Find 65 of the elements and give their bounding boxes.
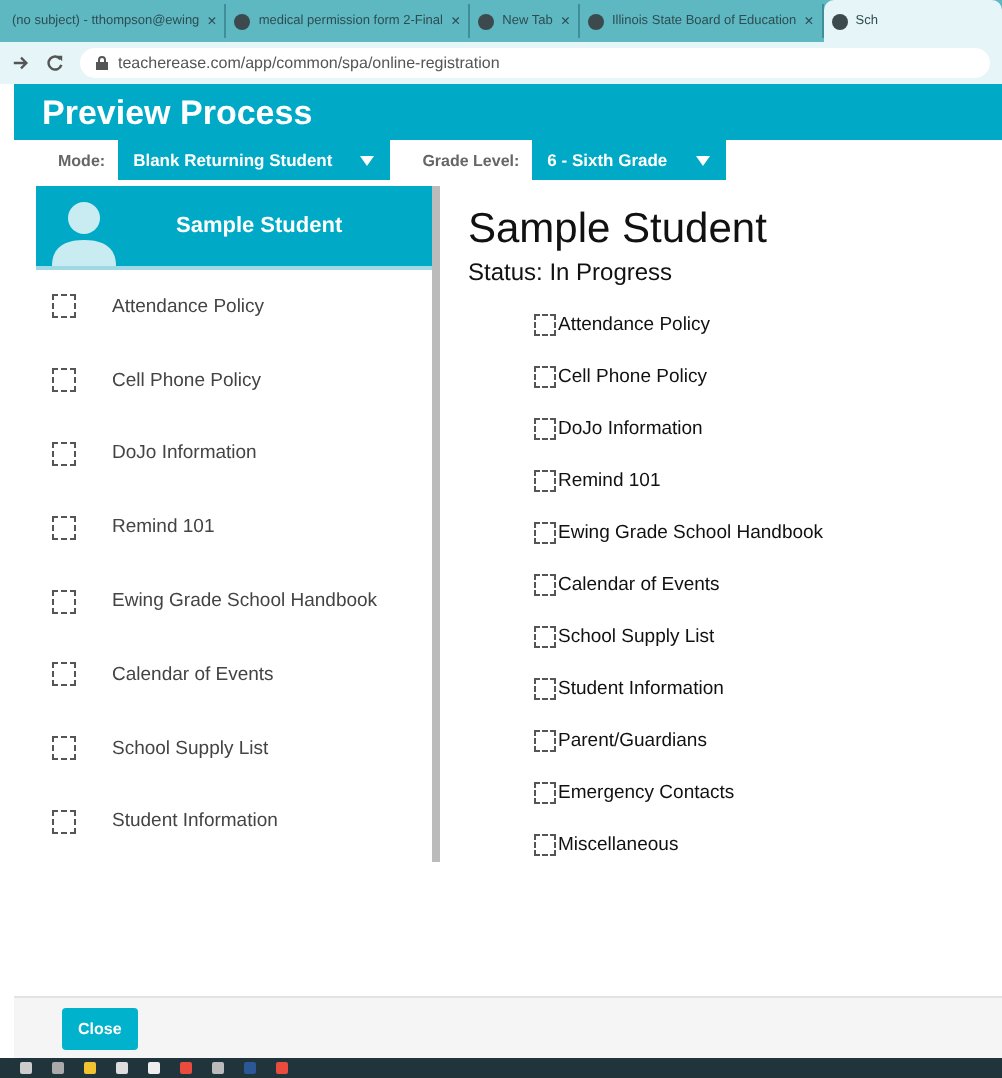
step-label: Cell Phone Policy bbox=[558, 365, 707, 387]
taskbar-icon[interactable] bbox=[212, 1062, 224, 1074]
step-link[interactable]: Cell Phone Policy bbox=[112, 369, 261, 392]
checkbox[interactable] bbox=[52, 368, 76, 393]
close-icon[interactable]: × bbox=[207, 12, 217, 30]
checkbox[interactable] bbox=[52, 736, 76, 761]
close-button[interactable]: Close bbox=[62, 1007, 138, 1049]
taskbar-icon[interactable] bbox=[20, 1062, 32, 1074]
checkbox[interactable] bbox=[52, 441, 76, 466]
close-icon[interactable]: × bbox=[450, 12, 461, 30]
checkbox[interactable] bbox=[534, 365, 556, 387]
step-label: Calendar of Events bbox=[558, 573, 720, 595]
step-link[interactable]: Student Information bbox=[112, 810, 278, 833]
checkbox[interactable] bbox=[534, 573, 556, 595]
taskbar-icon[interactable] bbox=[116, 1062, 128, 1074]
checkbox[interactable] bbox=[52, 515, 76, 540]
step-link[interactable]: School Supply List bbox=[112, 737, 269, 760]
reload-icon[interactable] bbox=[46, 54, 64, 72]
caret-icon bbox=[695, 155, 710, 165]
status-text: Status: In Progress bbox=[468, 258, 675, 286]
step-label: School Supply List bbox=[558, 625, 715, 647]
step-link[interactable]: Remind 101 bbox=[112, 516, 215, 539]
forward-icon[interactable] bbox=[12, 54, 30, 72]
checkbox[interactable] bbox=[52, 809, 76, 834]
checkbox[interactable] bbox=[534, 677, 556, 699]
close-icon[interactable]: × bbox=[560, 12, 570, 30]
step-label: Emergency Contacts bbox=[558, 781, 735, 803]
checkbox[interactable] bbox=[52, 662, 76, 687]
lock-icon bbox=[96, 56, 108, 70]
close-icon[interactable]: × bbox=[804, 12, 814, 30]
checkbox[interactable] bbox=[534, 469, 556, 491]
step-label: Ewing Grade School Handbook bbox=[558, 521, 824, 543]
filter-label: Mode: bbox=[58, 151, 106, 169]
taskbar-icon[interactable] bbox=[276, 1062, 288, 1074]
step-link[interactable]: Calendar of Events bbox=[112, 663, 274, 686]
filter-label: Grade Level: bbox=[422, 151, 520, 169]
checkbox[interactable] bbox=[534, 781, 556, 803]
checkbox[interactable] bbox=[534, 521, 556, 543]
taskbar-icon[interactable] bbox=[180, 1062, 192, 1074]
checkbox[interactable] bbox=[534, 729, 556, 751]
step-label: DoJo Information bbox=[558, 417, 703, 439]
taskbar-icon[interactable] bbox=[148, 1062, 160, 1074]
checkbox[interactable] bbox=[534, 417, 556, 439]
taskbar-icon[interactable] bbox=[52, 1062, 64, 1074]
step-link[interactable]: Attendance Policy bbox=[112, 295, 265, 318]
checkbox[interactable] bbox=[534, 313, 556, 335]
step-label: Miscellaneous bbox=[558, 833, 679, 855]
step-label: Attendance Policy bbox=[558, 313, 711, 335]
taskbar-icon[interactable] bbox=[84, 1062, 96, 1074]
step-label: Parent/Guardians bbox=[558, 729, 707, 751]
page-title: Preview Process bbox=[14, 84, 1002, 140]
checkbox[interactable] bbox=[52, 294, 76, 319]
checkbox[interactable] bbox=[534, 625, 556, 647]
dropdown[interactable]: Blank Returning Student bbox=[117, 140, 391, 180]
step-link[interactable]: DoJo Information bbox=[112, 442, 257, 465]
checkbox[interactable] bbox=[534, 833, 556, 855]
caret-icon bbox=[360, 155, 375, 165]
student-title: Sample Student bbox=[468, 206, 769, 254]
student-name: Sample Student bbox=[176, 214, 343, 238]
step-label: Remind 101 bbox=[558, 469, 661, 491]
step-label: Student Information bbox=[558, 677, 724, 699]
address-bar[interactable]: teacherease.com/app/common/spa/online-registration bbox=[80, 48, 990, 78]
dropdown[interactable]: 6 - Sixth Grade bbox=[531, 140, 726, 180]
checkbox[interactable] bbox=[52, 589, 76, 614]
step-link[interactable]: Ewing Grade School Handbook bbox=[112, 590, 378, 613]
